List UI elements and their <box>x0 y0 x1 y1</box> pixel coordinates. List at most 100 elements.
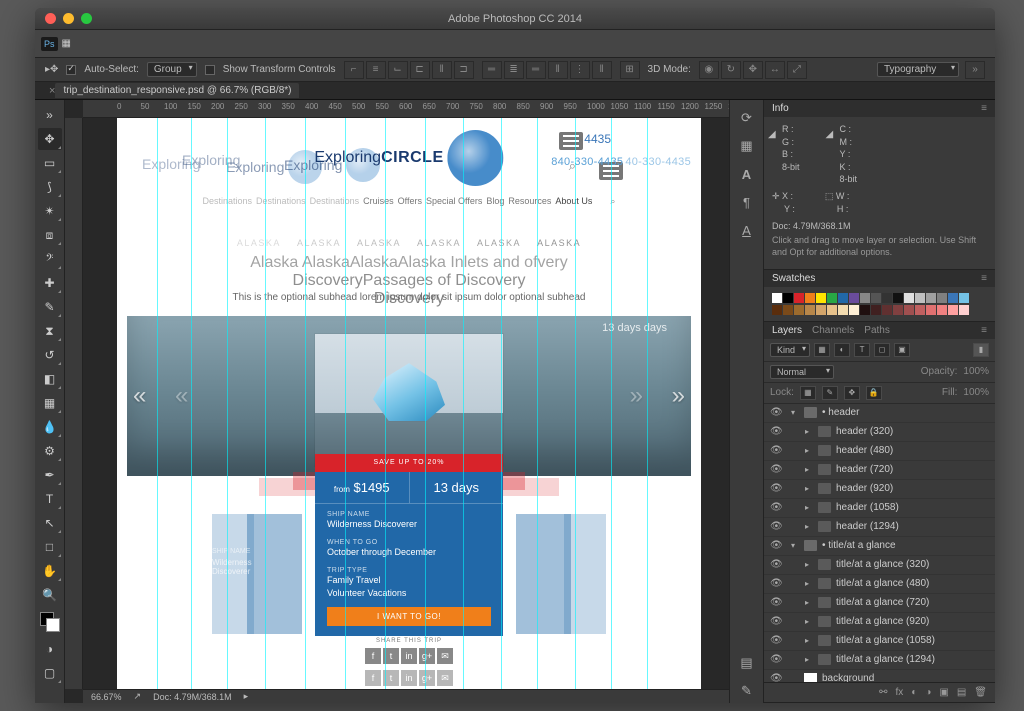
eyedrop-tool[interactable]: 𝄢 <box>38 248 62 270</box>
layer-row[interactable]: 👁▸title/at a glance (320) <box>764 556 995 575</box>
dist-top-icon[interactable]: ═ <box>482 61 502 79</box>
roll-icon[interactable]: ↻ <box>721 61 741 79</box>
layer-row[interactable]: 👁▸title/at a glance (1058) <box>764 632 995 651</box>
align-hcenter-icon[interactable]: ‖ <box>432 61 452 79</box>
filter-smart-icon[interactable]: ▣ <box>894 343 910 357</box>
ps-logo-icon[interactable]: Ps <box>41 37 58 51</box>
layer-row[interactable]: 👁▸header (320) <box>764 423 995 442</box>
layer-row[interactable]: 👁▸header (920) <box>764 480 995 499</box>
history-panel-icon[interactable]: ⟳ <box>735 106 759 130</box>
screen-mode-icon[interactable]: ▢ <box>38 662 62 684</box>
crop-tool[interactable]: ⧈ <box>38 224 62 246</box>
align-left-icon[interactable]: ⊏ <box>410 61 430 79</box>
paths-tab[interactable]: Paths <box>864 325 890 336</box>
layer-row[interactable]: 👁▸title/at a glance (720) <box>764 594 995 613</box>
slide-icon[interactable]: ↔ <box>765 61 785 79</box>
pen-tool[interactable]: ✒ <box>38 464 62 486</box>
show-transform-checkbox[interactable] <box>205 65 215 75</box>
layer-mask-icon[interactable]: ◐ <box>911 687 917 698</box>
pan-icon[interactable]: ✥ <box>743 61 763 79</box>
dist-left-icon[interactable]: ‖ <box>548 61 568 79</box>
link-layers-icon[interactable]: ⚯ <box>879 687 887 698</box>
panel-menu-icon[interactable]: ≡ <box>981 325 987 336</box>
lock-transparent-icon[interactable]: ▦ <box>800 386 816 400</box>
shape-tool[interactable]: □ <box>38 536 62 558</box>
lasso-tool[interactable]: ⟆ <box>38 176 62 198</box>
swatch-grid[interactable] <box>772 293 987 315</box>
close-icon[interactable] <box>45 13 56 24</box>
layer-row[interactable]: 👁▾• header <box>764 404 995 423</box>
move-tool[interactable]: ✥ <box>38 128 62 150</box>
hand-tool[interactable]: ✋ <box>38 560 62 582</box>
info-tab[interactable]: Info <box>772 103 789 114</box>
orbit-icon[interactable]: ◉ <box>699 61 719 79</box>
expand-icon[interactable]: » <box>965 61 985 79</box>
panel-menu-icon[interactable]: ≡ <box>981 103 987 114</box>
layer-row[interactable]: 👁▾• title/at a glance <box>764 537 995 556</box>
autoselect-checkbox[interactable] <box>66 65 76 75</box>
lock-all-icon[interactable]: 🔒 <box>866 386 882 400</box>
align-top-icon[interactable]: ⌐ <box>344 61 364 79</box>
brush-tool[interactable]: ✎ <box>38 296 62 318</box>
filter-shape-icon[interactable]: ◻ <box>874 343 890 357</box>
expand-tools-icon[interactable]: » <box>38 104 62 126</box>
dodge-tool[interactable]: ⚙ <box>38 440 62 462</box>
channels-tab[interactable]: Channels <box>812 325 854 336</box>
marquee-tool[interactable]: ▭ <box>38 152 62 174</box>
blend-mode-dropdown[interactable]: Normal <box>770 365 834 379</box>
eraser-tool[interactable]: ◧ <box>38 368 62 390</box>
layer-row[interactable]: 👁▸header (1294) <box>764 518 995 537</box>
group-icon[interactable]: ▣ <box>939 687 948 698</box>
opacity-value[interactable]: 100% <box>963 366 989 377</box>
align-bottom-icon[interactable]: ⌙ <box>388 61 408 79</box>
autoselect-mode-dropdown[interactable]: Group <box>147 62 197 77</box>
stamp-tool[interactable]: ⧗ <box>38 320 62 342</box>
heal-tool[interactable]: ✚ <box>38 272 62 294</box>
swatches-tab[interactable]: Swatches <box>772 273 815 284</box>
ruler-horizontal[interactable]: 0501001502002503003504004505005506006507… <box>83 100 729 118</box>
filter-adjust-icon[interactable]: ◐ <box>834 343 850 357</box>
ruler-vertical[interactable] <box>65 118 83 689</box>
adjustment-layer-icon[interactable]: ◑ <box>925 687 931 698</box>
panel-menu-icon[interactable]: ≡ <box>981 273 987 284</box>
color-swap-icon[interactable] <box>38 608 62 636</box>
guides-panel-icon[interactable]: ▦ <box>735 134 759 158</box>
character-panel-icon[interactable]: A <box>735 162 759 186</box>
layer-row[interactable]: 👁▸header (1058) <box>764 499 995 518</box>
new-layer-icon[interactable]: ▤ <box>957 687 966 698</box>
zoom-tool[interactable]: 🔍 <box>38 584 62 606</box>
filter-toggle[interactable]: ▮ <box>973 343 989 357</box>
layer-row[interactable]: 👁▸title/at a glance (1294) <box>764 651 995 670</box>
layer-row[interactable]: 👁background <box>764 670 995 682</box>
zoom-value[interactable]: 66.67% <box>91 692 122 702</box>
brushes-panel-icon[interactable]: ▤ <box>735 651 759 675</box>
lock-paint-icon[interactable]: ✎ <box>822 386 838 400</box>
bridge-icon[interactable]: ▦ <box>62 38 71 49</box>
filter-pixel-icon[interactable]: ▦ <box>814 343 830 357</box>
wand-tool[interactable]: ✴ <box>38 200 62 222</box>
dist-bot-icon[interactable]: ═ <box>526 61 546 79</box>
auto-align-icon[interactable]: ⊞ <box>620 61 640 79</box>
quickmask-icon[interactable]: ◑ <box>38 638 62 660</box>
filter-type-icon[interactable]: T <box>854 343 870 357</box>
document-tab[interactable]: trip_destination_responsive.psd @ 66.7% … <box>55 83 299 98</box>
layer-row[interactable]: 👁▸header (720) <box>764 461 995 480</box>
history-brush-tool[interactable]: ↺ <box>38 344 62 366</box>
layer-row[interactable]: 👁▸title/at a glance (920) <box>764 613 995 632</box>
zoom-icon[interactable] <box>81 13 92 24</box>
workspace-dropdown[interactable]: Typography <box>877 62 959 77</box>
dist-right-icon[interactable]: ‖ <box>592 61 612 79</box>
layer-row[interactable]: 👁▸title/at a glance (480) <box>764 575 995 594</box>
align-vcenter-icon[interactable]: ≡ <box>366 61 386 79</box>
blur-tool[interactable]: 💧 <box>38 416 62 438</box>
lock-move-icon[interactable]: ✥ <box>844 386 860 400</box>
minimize-icon[interactable] <box>63 13 74 24</box>
fill-value[interactable]: 100% <box>963 387 989 398</box>
layer-row[interactable]: 👁▸header (480) <box>764 442 995 461</box>
status-chevron-icon[interactable]: ▸ <box>244 691 249 702</box>
charstyles-panel-icon[interactable]: A <box>735 218 759 242</box>
type-tool[interactable]: T <box>38 488 62 510</box>
dist-hc-icon[interactable]: ⋮ <box>570 61 590 79</box>
brush-presets-panel-icon[interactable]: ✎ <box>735 679 759 703</box>
dist-vc-icon[interactable]: ≣ <box>504 61 524 79</box>
